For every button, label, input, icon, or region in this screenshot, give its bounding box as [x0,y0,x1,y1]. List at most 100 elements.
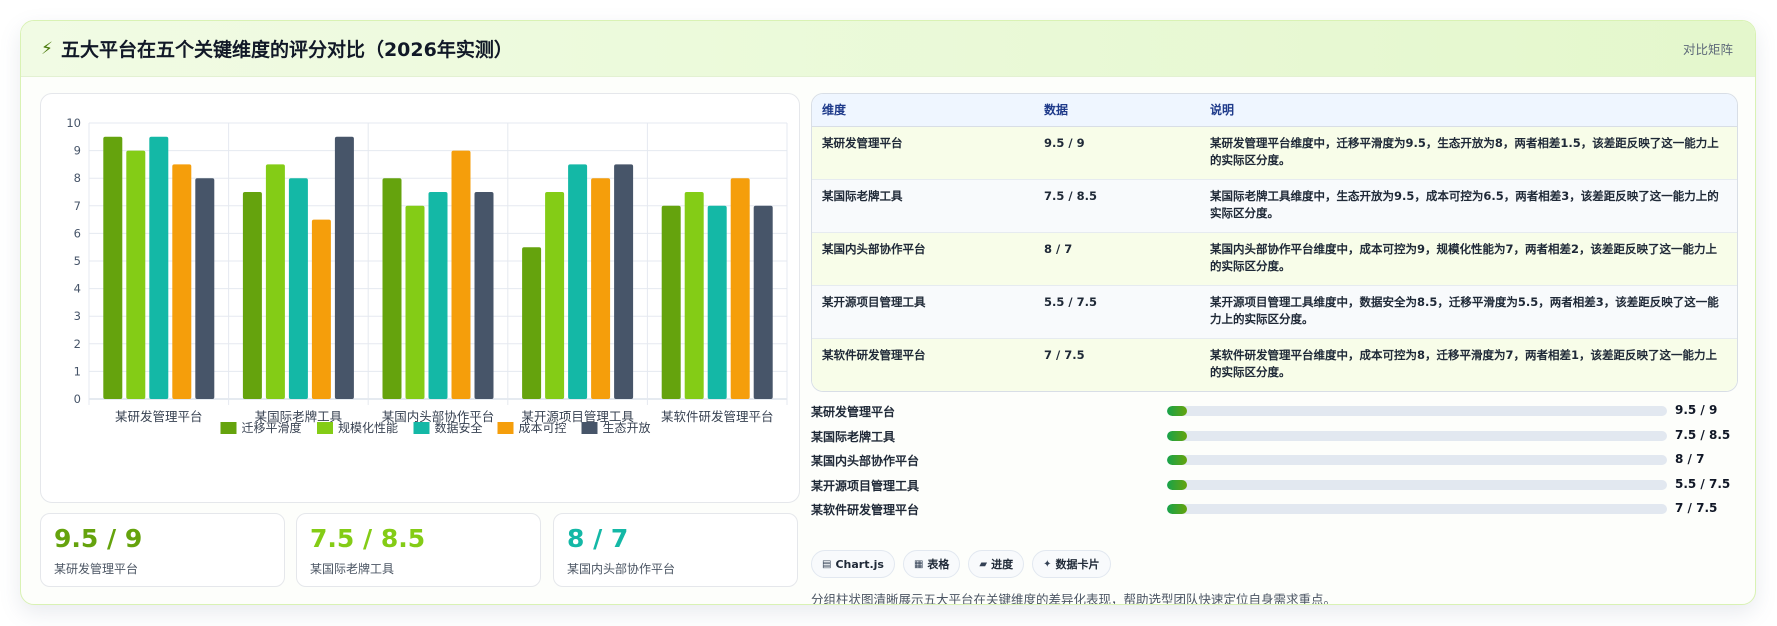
table-row: 某开源项目管理工具 5.5 / 7.5 某开源项目管理工具维度中，数据安全为8.… [812,285,1737,339]
y-tick-label: 6 [74,226,81,240]
y-tick-label: 1 [74,364,81,378]
progress-label: 某开源项目管理工具 [811,478,920,493]
progress-icon: ▰ [979,558,988,570]
right-panel: 维度 数据 说明 某研发管理平台 9.5 / 9 某研发管理平台维度中，迁移平滑… [811,93,1738,604]
header-tag: 对比矩阵 [1682,42,1733,57]
column-header: 维度 [812,94,1034,127]
legend-swatch [497,422,514,434]
progress-value: 9.5 / 9 [1675,403,1718,417]
table-cell-desc: 某软件研发管理平台维度中，成本可控为8，迁移平滑度为7，两者相差1，该差距反映了… [1200,338,1737,391]
chip-progress[interactable]: ▰ 进度 [968,550,1025,578]
kpi-card: 9.5 / 9 某研发管理平台 [40,513,285,587]
table-cell-name: 某软件研发管理平台 [812,338,1034,391]
y-tick-label: 4 [74,282,81,296]
bar [103,136,123,400]
legend-label: 成本可控 [519,421,567,435]
legend-swatch [317,422,333,434]
table-row: 某国内头部协作平台 8 / 7 某国内头部协作平台维度中，成本可控为9，规模化性… [812,232,1737,286]
progress-fill [1167,430,1187,441]
progress-track [1167,430,1667,441]
y-tick-label: 2 [74,337,81,351]
card-header: ⚡ 五大平台在五个关键维度的评分对比（2026年实测） 对比矩阵 [21,21,1755,77]
kpi-value: 8 / 7 [567,524,629,553]
bar [126,150,146,399]
comparison-card: ⚡ 五大平台在五个关键维度的评分对比（2026年实测） 对比矩阵 0 1 2 3 4 5 6… [20,20,1756,605]
progress-fill [1167,406,1187,416]
progress-row: 某国际老牌工具 7.5 / 8.5 [811,424,1738,449]
bar [311,219,331,399]
chip-label: 表格 [927,558,950,571]
progress-label: 某国际老牌工具 [811,429,896,444]
bar [149,136,169,400]
bar [568,164,588,399]
bar [684,192,704,399]
table-cell-data: 5.5 / 7.5 [1034,285,1200,339]
progress-track [1167,406,1667,416]
legend-label: 规模化性能 [338,420,398,435]
progress-track [1167,504,1667,514]
progress-value: 5.5 / 7.5 [1675,476,1731,491]
y-tick-label: 9 [74,144,81,158]
table-cell-desc: 某国内头部协作平台维度中，成本可控为9，规模化性能为7，两者相差2，该差距反映了… [1200,232,1737,286]
column-header: 数据 [1034,94,1200,127]
table-cell-desc: 某国际老牌工具维度中，生态开放为9.5，成本可控为6.5，两者相差3，该差距反映… [1200,179,1737,233]
progress-fill [1167,455,1187,465]
bar [545,192,565,399]
table-cell-data: 8 / 7 [1034,232,1200,286]
y-tick-label: 8 [74,171,81,185]
table-cell-data: 7 / 7.5 [1034,338,1200,391]
progress-label: 某国内头部协作平台 [811,454,920,468]
kpi-value: 7.5 / 8.5 [310,524,426,553]
bar [405,205,425,399]
kpi-label: 某国内头部协作平台 [567,562,676,576]
chip-data-card[interactable]: ✦ 数据卡片 [1032,550,1111,578]
table-cell-desc: 某开源项目管理工具维度中，数据安全为8.5，迁移平滑度为5.5，两者相差3，该差… [1200,285,1737,339]
left-panel: 0 1 2 3 4 5 6 7 8 9 10 某研发管理平台 某国际老牌工具 某国内头部协作平台 某开源项目… [40,93,800,587]
table-cell-name: 某国内头部协作平台 [812,232,1034,286]
chip-chartjs[interactable]: ▤ Chart.js [811,550,895,578]
progress-value: 7 / 7.5 [1675,501,1718,515]
bar [753,205,773,399]
table-row: 某国际老牌工具 7.5 / 8.5 某国际老牌工具维度中，生态开放为9.5，成本… [812,179,1737,233]
grouped-bar-chart: 012345678910某研发管理平台 某国际老牌工具 某国内头部协作平台 某开源项目… [66,116,788,435]
progress-row: 某研发管理平台 9.5 / 9 [811,399,1738,424]
bar [614,164,634,399]
table-cell-name: 某国际老牌工具 [812,179,1034,233]
column-header: 说明 [1200,94,1737,127]
chip-label: 数据卡片 [1055,558,1100,571]
bar [661,205,681,399]
bar [474,192,494,399]
bar [522,247,542,399]
x-tick-label: 某软件研发管理平台 [661,409,774,424]
table-cell-data: 9.5 / 9 [1034,126,1200,180]
y-tick-label: 0 [74,392,81,406]
kpi-value: 9.5 / 9 [54,524,143,553]
bar [730,178,750,399]
legend-label: 数据安全 [435,420,483,435]
table-cell-name: 某开源项目管理工具 [812,285,1034,339]
chip-table[interactable]: ▦ 表格 [902,550,961,578]
bar [172,164,192,399]
page-title: 五大平台在五个关键维度的评分对比（2026年实测） [60,39,513,61]
table-cell-desc: 某研发管理平台维度中，迁移平滑度为9.5，生态开放为8，两者相差1.5，该差距反… [1200,126,1737,180]
legend-swatch [220,422,237,434]
bar [265,164,285,399]
progress-row: 某软件研发管理平台 7 / 7.5 [811,497,1738,522]
table-row: 某软件研发管理平台 7 / 7.5 某软件研发管理平台维度中，成本可控为8，迁移… [812,338,1737,391]
data-table: 维度 数据 说明 某研发管理平台 9.5 / 9 某研发管理平台维度中，迁移平滑… [811,93,1738,392]
kpi-label: 某国际老牌工具 [310,562,395,576]
table-row: 某研发管理平台 9.5 / 9 某研发管理平台维度中，迁移平滑度为9.5，生态开… [812,126,1737,180]
progress-row: 某国内头部协作平台 8 / 7 [811,448,1738,473]
chart-note: 分组柱状图清晰展示五大平台在关键维度的差异化表现，帮助选型团队快速定位自身需求重… [811,592,1337,605]
bar [242,192,262,399]
tech-chips: ▤ Chart.js ▦ 表格 ▰ 进度 ✦ 数据卡片 [811,550,1111,580]
y-tick-label: 7 [74,199,81,213]
table-header-row: 维度 数据 说明 [812,94,1737,127]
y-tick-label: 10 [66,116,81,130]
progress-fill [1167,479,1187,490]
bar [195,178,215,399]
progress-value: 7.5 / 8.5 [1675,427,1731,442]
bar [288,178,308,399]
progress-label: 某研发管理平台 [811,405,896,419]
table-cell-data: 7.5 / 8.5 [1034,179,1200,233]
